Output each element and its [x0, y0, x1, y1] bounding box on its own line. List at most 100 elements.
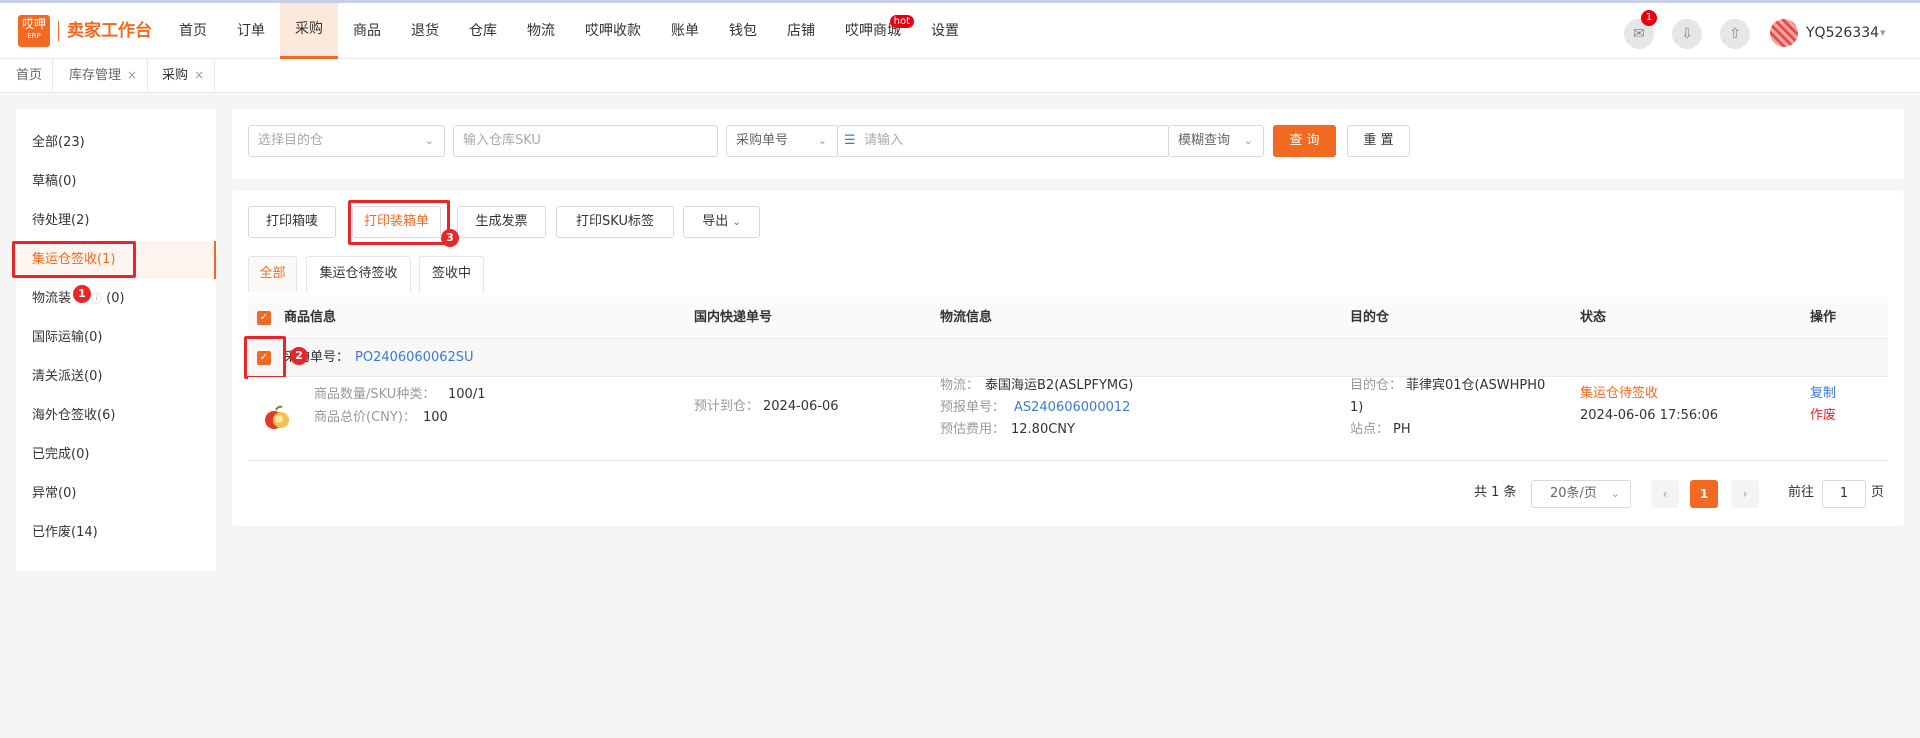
- nav-orders[interactable]: 订单: [222, 3, 280, 59]
- step-badge-3: 3: [441, 229, 459, 247]
- nav-logistics[interactable]: 物流: [512, 3, 570, 59]
- qty-value: 100/1: [448, 387, 486, 402]
- col-domestic-tracking: 国内快递单号: [694, 310, 773, 325]
- tab-home[interactable]: 首页: [6, 59, 54, 92]
- top-bar: 哎呷 ERP 卖家工作台 首页 订单 采购 商品 退货 仓库 物流 哎呷收款 账单…: [0, 0, 1920, 59]
- export-button[interactable]: 导出 ⌄: [683, 206, 760, 238]
- nav-purchase[interactable]: 采购: [280, 3, 338, 59]
- site-value: PH: [1393, 422, 1411, 437]
- chevron-down-icon: ⌄: [424, 134, 434, 147]
- nav-settings[interactable]: 设置: [916, 3, 974, 59]
- col-logistics: 物流信息: [940, 310, 993, 325]
- tab-home-label: 首页: [16, 68, 43, 83]
- void-link[interactable]: 作废: [1810, 405, 1836, 427]
- reset-button[interactable]: 重 置: [1347, 125, 1410, 157]
- sidebar-item-customs[interactable]: 清关派送(0): [16, 358, 216, 396]
- close-icon[interactable]: ×: [127, 68, 137, 82]
- sidebar-item-error[interactable]: 异常(0): [16, 475, 216, 513]
- main-nav: 首页 订单 采购 商品 退货 仓库 物流 哎呷收款 账单 钱包 店铺 哎呷商城 h…: [164, 3, 974, 59]
- logo[interactable]: 哎呷 ERP: [18, 15, 50, 47]
- nav-warehouse[interactable]: 仓库: [454, 3, 512, 59]
- warehouse-placeholder: 选择目的仓: [258, 133, 324, 148]
- tab-purchase[interactable]: 采购 ×: [152, 59, 216, 92]
- page-button-current[interactable]: 1: [1690, 480, 1718, 508]
- sidebar-item-void[interactable]: 已作废(14): [16, 514, 216, 552]
- goto-page-input[interactable]: 1: [1822, 480, 1866, 508]
- page-size-value: 20条/页: [1550, 486, 1597, 501]
- nav-mall[interactable]: 哎呷商城 hot: [830, 3, 916, 59]
- nav-shops[interactable]: 店铺: [772, 3, 830, 59]
- tab-inventory[interactable]: 库存管理 ×: [59, 59, 149, 92]
- highlight-box: [348, 200, 450, 245]
- tab-all[interactable]: 全部: [248, 256, 297, 292]
- sidebar-item-overseas[interactable]: 海外仓签收(6): [16, 397, 216, 435]
- col-status: 状态: [1580, 310, 1607, 325]
- upload-icon[interactable]: ⇧: [1720, 19, 1750, 49]
- nav-payments[interactable]: 哎呷收款: [570, 3, 656, 59]
- eta-value: 2024-06-06: [763, 399, 839, 414]
- match-mode-select[interactable]: 模糊查询 ⌄: [1168, 125, 1264, 157]
- col-product-info: 商品信息: [284, 310, 337, 325]
- page-size-select[interactable]: 20条/页 ⌄: [1531, 480, 1631, 508]
- table-header: ✓ 商品信息 国内快递单号 物流信息 目的仓 状态 操作: [248, 297, 1888, 339]
- list-icon: ☰: [844, 133, 856, 148]
- sku-input[interactable]: 输入仓库SKU: [453, 125, 718, 157]
- sidebar-item-pending[interactable]: 待处理(2): [16, 202, 216, 240]
- status-sidebar: 全部(23) 草稿(0) 待处理(2) 集运仓签收(1) 物流装 ⓘ (0) 国际…: [16, 109, 216, 571]
- order-number-link[interactable]: PO2406060062SU: [355, 347, 474, 369]
- close-icon[interactable]: ×: [194, 68, 204, 82]
- logo-sub: ERP: [27, 32, 41, 40]
- sidebar-item-international[interactable]: 国际运输(0): [16, 319, 216, 357]
- col-actions: 操作: [1810, 310, 1837, 325]
- product-thumbnail[interactable]: [262, 403, 292, 433]
- print-sku-label-button[interactable]: 打印SKU标签: [556, 206, 674, 238]
- tab-purchase-label: 采购: [162, 68, 189, 83]
- qty-label: 商品数量/SKU种类：: [314, 387, 436, 402]
- brand-title: 卖家工作台: [58, 21, 152, 41]
- dest-value: 菲律宾01仓(ASWHPH0: [1406, 378, 1546, 393]
- sidebar-item-draft[interactable]: 草稿(0): [16, 163, 216, 201]
- fee-label: 预估费用：: [940, 422, 1006, 437]
- select-all-checkbox[interactable]: ✓: [257, 311, 271, 325]
- generate-invoice-button[interactable]: 生成发票: [457, 206, 546, 238]
- copy-link[interactable]: 复制: [1810, 383, 1836, 405]
- apple-icon: [265, 405, 289, 429]
- username[interactable]: YQ526334: [1806, 23, 1879, 43]
- tab-inventory-label: 库存管理: [69, 68, 122, 83]
- total-value: 100: [423, 410, 448, 425]
- next-page-button[interactable]: ›: [1731, 480, 1759, 508]
- avatar[interactable]: [1770, 19, 1798, 47]
- total-label: 商品总价(CNY)：: [314, 410, 416, 425]
- forecast-label: 预报单号：: [940, 400, 1006, 415]
- nav-home[interactable]: 首页: [164, 3, 222, 59]
- keyword-input[interactable]: ☰ 请输入: [837, 125, 1169, 157]
- site-label: 站点：: [1350, 422, 1390, 437]
- tab-pending-receipt[interactable]: 集运仓待签收: [306, 256, 411, 292]
- export-label: 导出: [702, 214, 729, 229]
- warehouse-select[interactable]: 选择目的仓 ⌄: [248, 125, 445, 157]
- order-type-select[interactable]: 采购单号 ⌄: [726, 125, 838, 157]
- print-box-label-button[interactable]: 打印箱唛: [248, 206, 336, 238]
- notification-count: 1: [1641, 10, 1657, 26]
- chevron-down-icon[interactable]: ▾: [1880, 23, 1886, 43]
- logo-text: 哎呷: [21, 17, 46, 31]
- notification-icon[interactable]: ✉ 1: [1624, 10, 1657, 49]
- search-button[interactable]: 查 询: [1273, 125, 1336, 157]
- step-badge-1: 1: [73, 285, 91, 303]
- status-badge: 集运仓待签收: [1580, 386, 1659, 401]
- nav-wallet[interactable]: 钱包: [714, 3, 772, 59]
- tab-receiving[interactable]: 签收中: [419, 256, 484, 292]
- sidebar-item-all[interactable]: 全部(23): [16, 124, 216, 162]
- sidebar-item-done[interactable]: 已完成(0): [16, 436, 216, 474]
- forecast-number-link[interactable]: AS240606000012: [1014, 397, 1130, 419]
- page-unit-label: 页: [1871, 485, 1885, 500]
- nav-products[interactable]: 商品: [338, 3, 396, 59]
- sidebar-item-loading[interactable]: 物流装 ⓘ (0): [16, 280, 216, 318]
- chevron-down-icon: ⌄: [817, 134, 827, 147]
- order-type-value: 采购单号: [736, 133, 789, 148]
- prev-page-button[interactable]: ‹: [1651, 480, 1679, 508]
- chevron-down-icon: ⌄: [1243, 134, 1253, 147]
- download-icon[interactable]: ⇩: [1672, 19, 1702, 49]
- nav-returns[interactable]: 退货: [396, 3, 454, 59]
- nav-bills[interactable]: 账单: [656, 3, 714, 59]
